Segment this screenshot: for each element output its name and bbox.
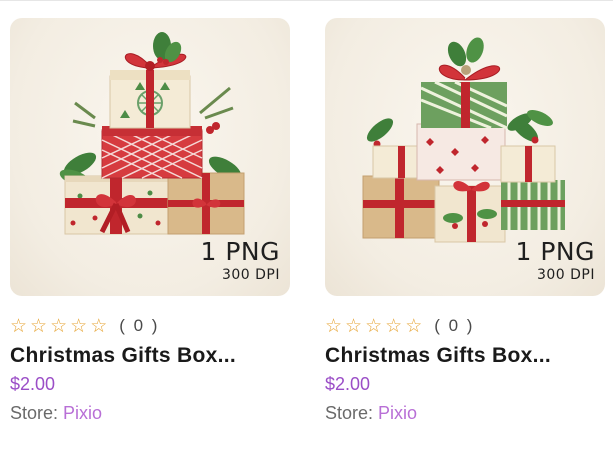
product-image[interactable]: 1 PNG 300 DPI (10, 18, 290, 296)
star-outline-icon[interactable]: ☆ (90, 317, 107, 336)
store-label: Store: (325, 403, 374, 423)
product-price: $2.00 (325, 374, 371, 394)
star-outline-icon[interactable]: ☆ (385, 317, 402, 336)
top-divider (0, 0, 613, 1)
store-line: Store: Pixio (325, 403, 605, 424)
badge-sub-text: 300 DPI (536, 267, 595, 283)
file-format-badge: 1 PNG 300 DPI (515, 239, 595, 282)
store-line: Store: Pixio (10, 403, 290, 424)
store-link[interactable]: Pixio (63, 403, 102, 423)
badge-main-text: 1 PNG (200, 237, 280, 266)
product-card[interactable]: 1 PNG 300 DPI ☆ ☆ ☆ ☆ ☆ ( 0 ) Christmas … (325, 18, 605, 424)
rating-row: ☆ ☆ ☆ ☆ ☆ ( 0 ) (325, 316, 605, 336)
star-outline-icon[interactable]: ☆ (70, 317, 87, 336)
star-outline-icon[interactable]: ☆ (345, 317, 362, 336)
product-title-link[interactable]: Christmas Gifts Box... (325, 344, 605, 368)
product-title-link[interactable]: Christmas Gifts Box... (10, 344, 290, 368)
star-outline-icon[interactable]: ☆ (10, 317, 27, 336)
star-outline-icon[interactable]: ☆ (30, 317, 47, 336)
file-format-badge: 1 PNG 300 DPI (200, 239, 280, 282)
star-outline-icon[interactable]: ☆ (405, 317, 422, 336)
rating-row: ☆ ☆ ☆ ☆ ☆ ( 0 ) (10, 316, 290, 336)
rating-count: ( 0 ) (434, 316, 475, 335)
product-price: $2.00 (10, 374, 56, 394)
product-image[interactable]: 1 PNG 300 DPI (325, 18, 605, 296)
store-label: Store: (10, 403, 59, 423)
rating-count: ( 0 ) (119, 316, 160, 335)
star-outline-icon[interactable]: ☆ (50, 317, 67, 336)
product-card[interactable]: 1 PNG 300 DPI ☆ ☆ ☆ ☆ ☆ ( 0 ) Christmas … (10, 18, 290, 424)
star-outline-icon[interactable]: ☆ (325, 317, 342, 336)
badge-main-text: 1 PNG (515, 237, 595, 266)
store-link[interactable]: Pixio (378, 403, 417, 423)
star-outline-icon[interactable]: ☆ (365, 317, 382, 336)
badge-sub-text: 300 DPI (221, 267, 280, 283)
